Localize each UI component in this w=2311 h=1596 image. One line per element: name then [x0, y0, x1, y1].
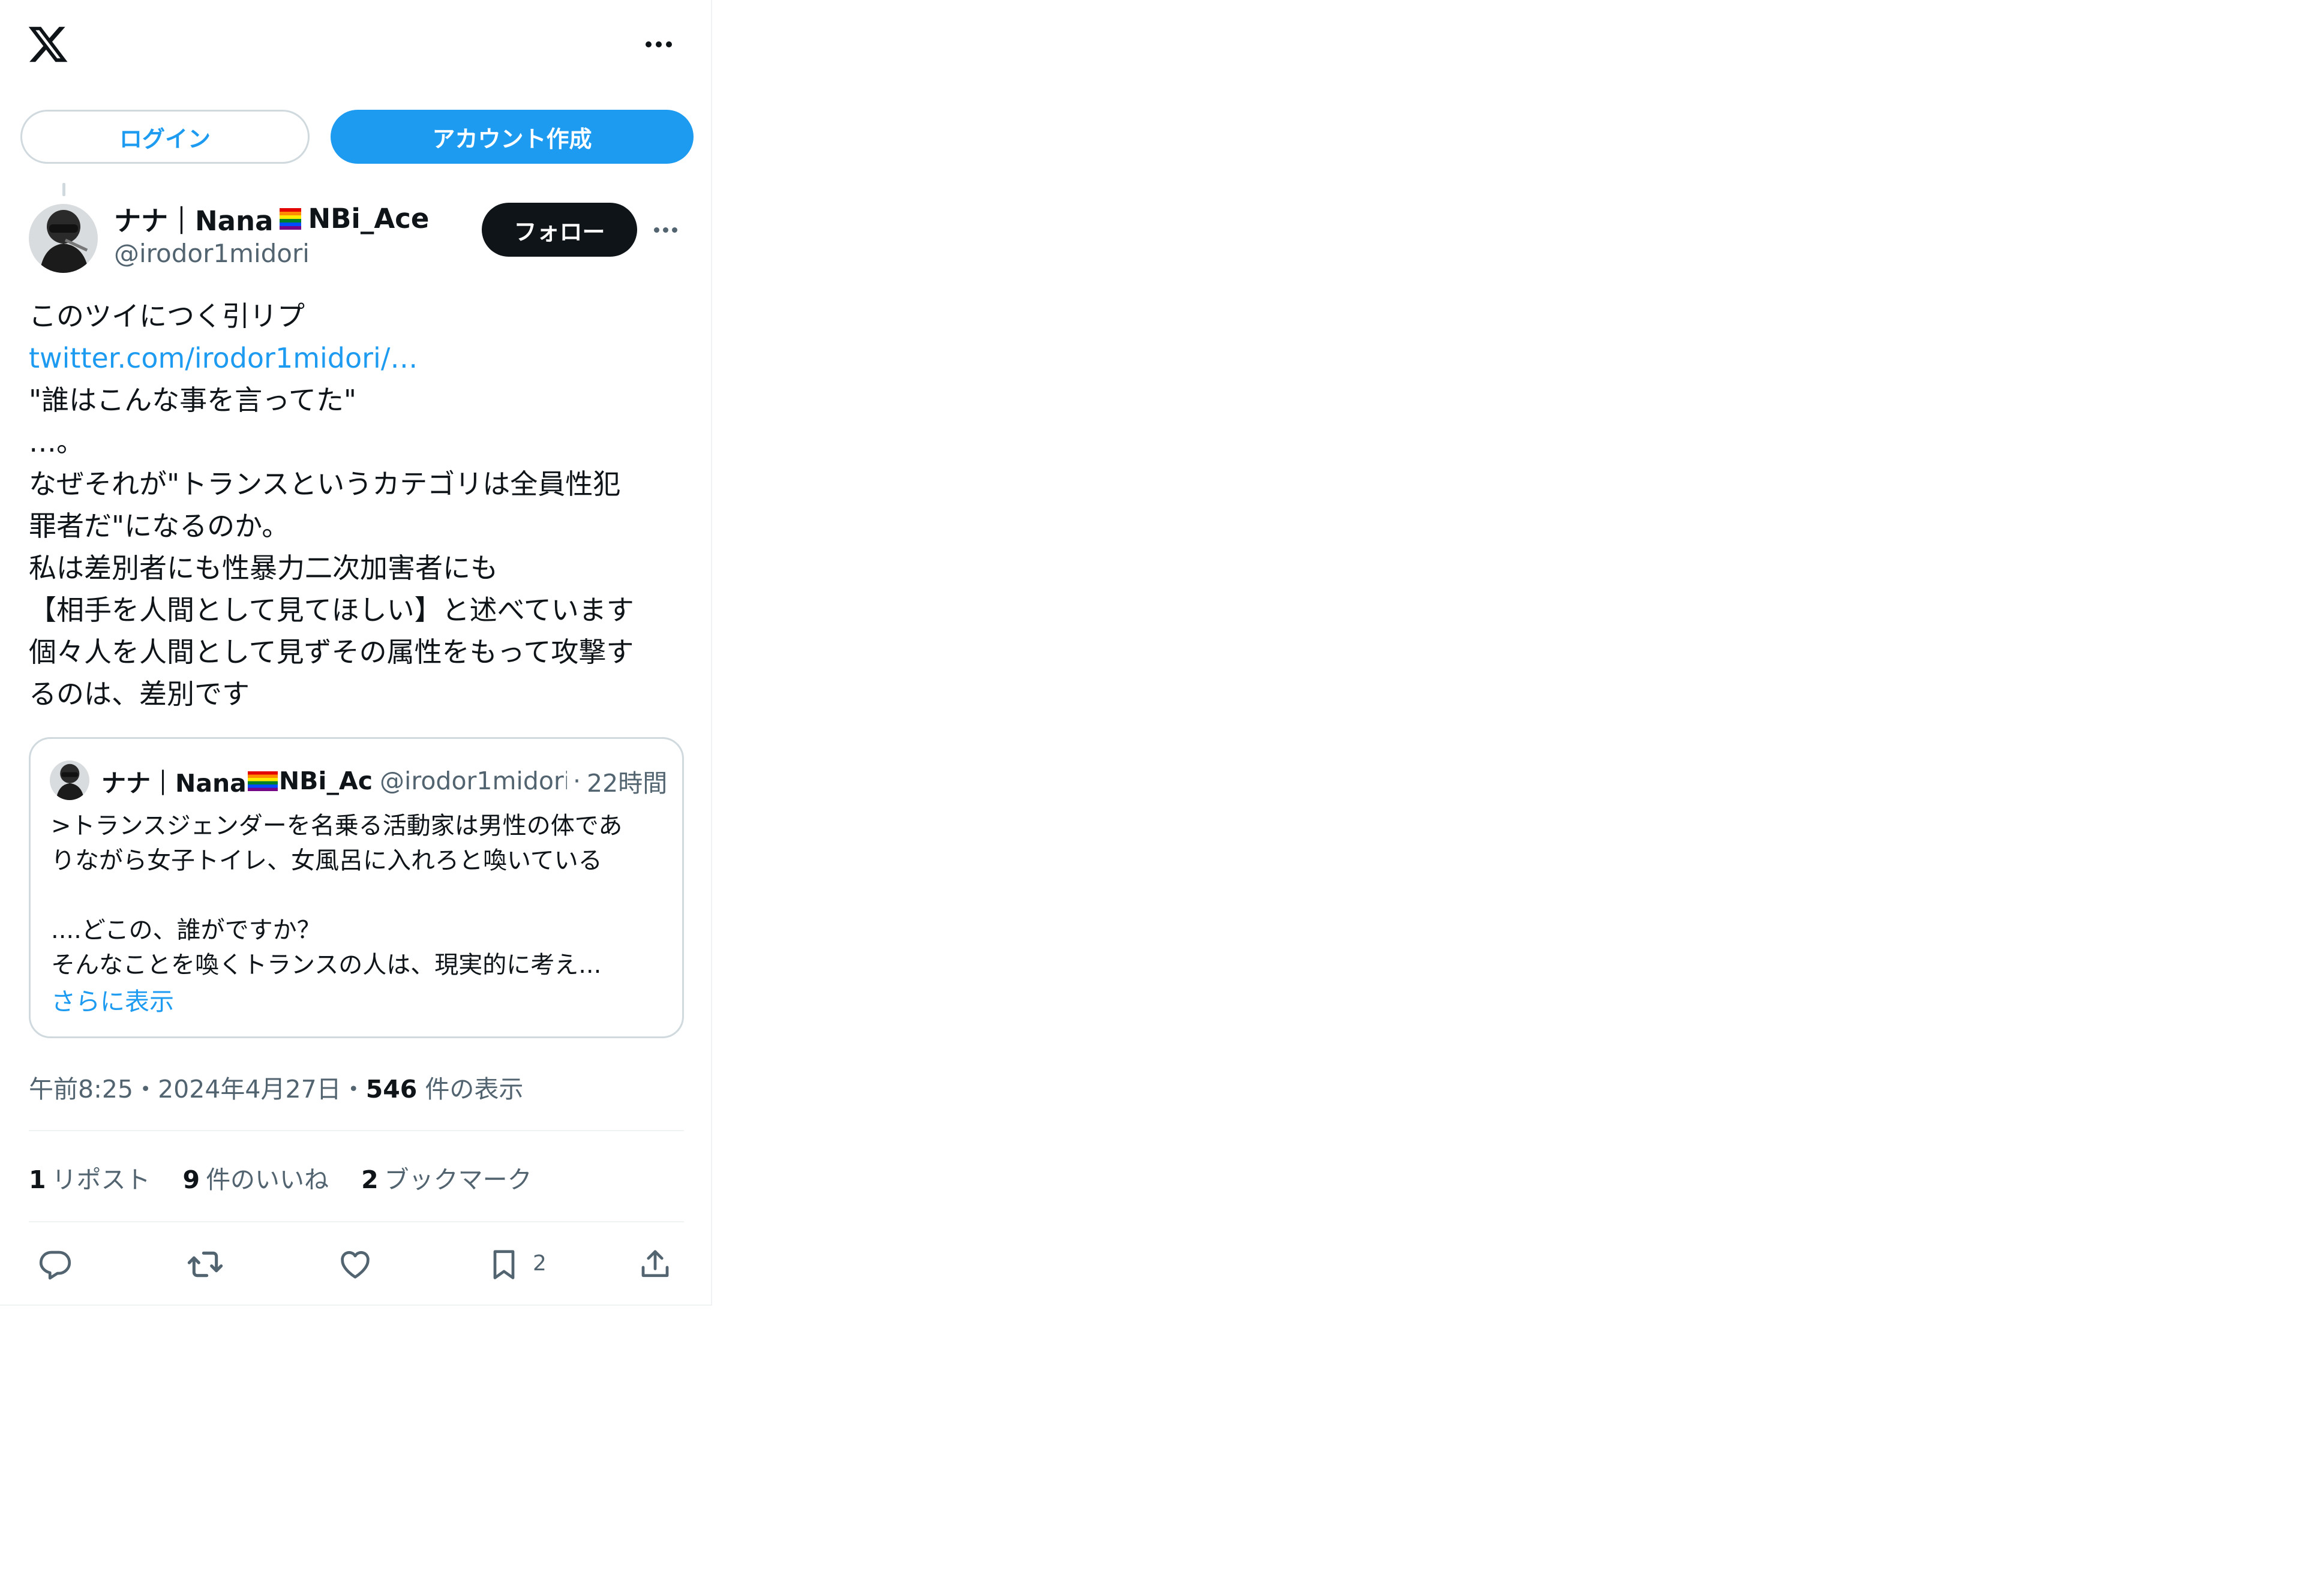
- like-icon[interactable]: [331, 1240, 379, 1288]
- rainbow-flag-icon: [247, 771, 278, 791]
- quote-header: ナナ｜Nana NBi_Ac @irodor1midori · 22時間: [101, 763, 677, 799]
- quote-author-name: ナナ｜Nana NBi_Ac: [101, 763, 371, 799]
- views-count: 546: [365, 1075, 418, 1104]
- more-options-icon[interactable]: [654, 218, 682, 242]
- tweet-text: このツイにつく引リプ twitter.com/irodor1midori/… "…: [29, 295, 689, 715]
- avatar[interactable]: [29, 204, 98, 273]
- author-name[interactable]: ナナ｜Nana NBi_Ace: [114, 199, 429, 238]
- likes-count: 9: [182, 1165, 200, 1194]
- author-handle[interactable]: @irodor1midori: [114, 239, 310, 268]
- signup-button[interactable]: アカウント作成: [331, 110, 694, 164]
- tweet-time[interactable]: 午前8:25: [29, 1075, 133, 1104]
- quote-text: >トランスジェンダーを名乗る活動家は男性の体であ りながら女子トイレ、女風呂に入…: [51, 812, 623, 979]
- tweet-link[interactable]: twitter.com/irodor1midori/…: [29, 342, 418, 374]
- author-name-prefix: ナナ｜Nana: [114, 205, 274, 237]
- rainbow-flag-icon: [274, 208, 307, 230]
- tweet-meta: 午前8:25・2024年4月27日・546 件の表示: [29, 1069, 523, 1105]
- bookmarks-stat[interactable]: 2 ブックマーク: [361, 1159, 532, 1195]
- bookmarks-label: ブックマーク: [384, 1165, 532, 1194]
- reposts-label: リポスト: [52, 1165, 151, 1194]
- divider: [29, 1221, 684, 1222]
- quote-avatar: [50, 761, 89, 800]
- tweet-line1: このツイにつく引リプ: [29, 300, 305, 332]
- bookmark-count: 2: [533, 1251, 547, 1276]
- tweet-body: "誰はこんな事を言ってた" …。 なぜそれが"トランスというカテゴリは全員性犯 …: [29, 384, 634, 710]
- thread-line: [62, 183, 65, 196]
- repost-icon[interactable]: [181, 1240, 229, 1288]
- tweet-page: ログイン アカウント作成 ナナ｜Nana NBi_Ace @irodor1mid…: [0, 0, 712, 1306]
- quote-handle: @irodor1midori: [380, 767, 567, 795]
- divider: [29, 1130, 684, 1131]
- quote-name-prefix: ナナ｜Nana: [101, 769, 247, 798]
- share-icon[interactable]: [631, 1240, 679, 1288]
- meta-dot: ・: [133, 1075, 158, 1104]
- views-label: 件の表示: [417, 1075, 524, 1104]
- bookmark-icon[interactable]: [480, 1240, 528, 1288]
- reply-icon[interactable]: [31, 1240, 79, 1288]
- engagement-stats: 1 リポスト 9 件のいいね 2 ブックマーク: [29, 1159, 532, 1195]
- quote-time: 22時間: [587, 769, 668, 798]
- x-logo-icon[interactable]: [26, 23, 70, 66]
- bookmarks-count: 2: [361, 1165, 379, 1194]
- follow-button[interactable]: フォロー: [482, 203, 637, 257]
- login-button[interactable]: ログイン: [20, 110, 310, 164]
- meta-dot: ・: [341, 1075, 366, 1104]
- quote-name-suffix: NBi_Ac: [278, 767, 371, 795]
- likes-stat[interactable]: 9 件のいいね: [183, 1159, 329, 1195]
- quote-separator: ·: [573, 767, 581, 795]
- tweet-date[interactable]: 2024年4月27日: [158, 1075, 341, 1104]
- reposts-stat[interactable]: 1 リポスト: [29, 1159, 151, 1195]
- quote-tweet[interactable]: ナナ｜Nana NBi_Ac @irodor1midori · 22時間 >トラ…: [29, 737, 684, 1038]
- likes-label: 件のいいね: [206, 1165, 329, 1194]
- reposts-count: 1: [29, 1165, 46, 1194]
- more-horizontal-icon[interactable]: [641, 31, 677, 58]
- show-more-link[interactable]: さらに表示: [51, 981, 174, 1017]
- author-name-suffix: NBi_Ace: [308, 203, 430, 235]
